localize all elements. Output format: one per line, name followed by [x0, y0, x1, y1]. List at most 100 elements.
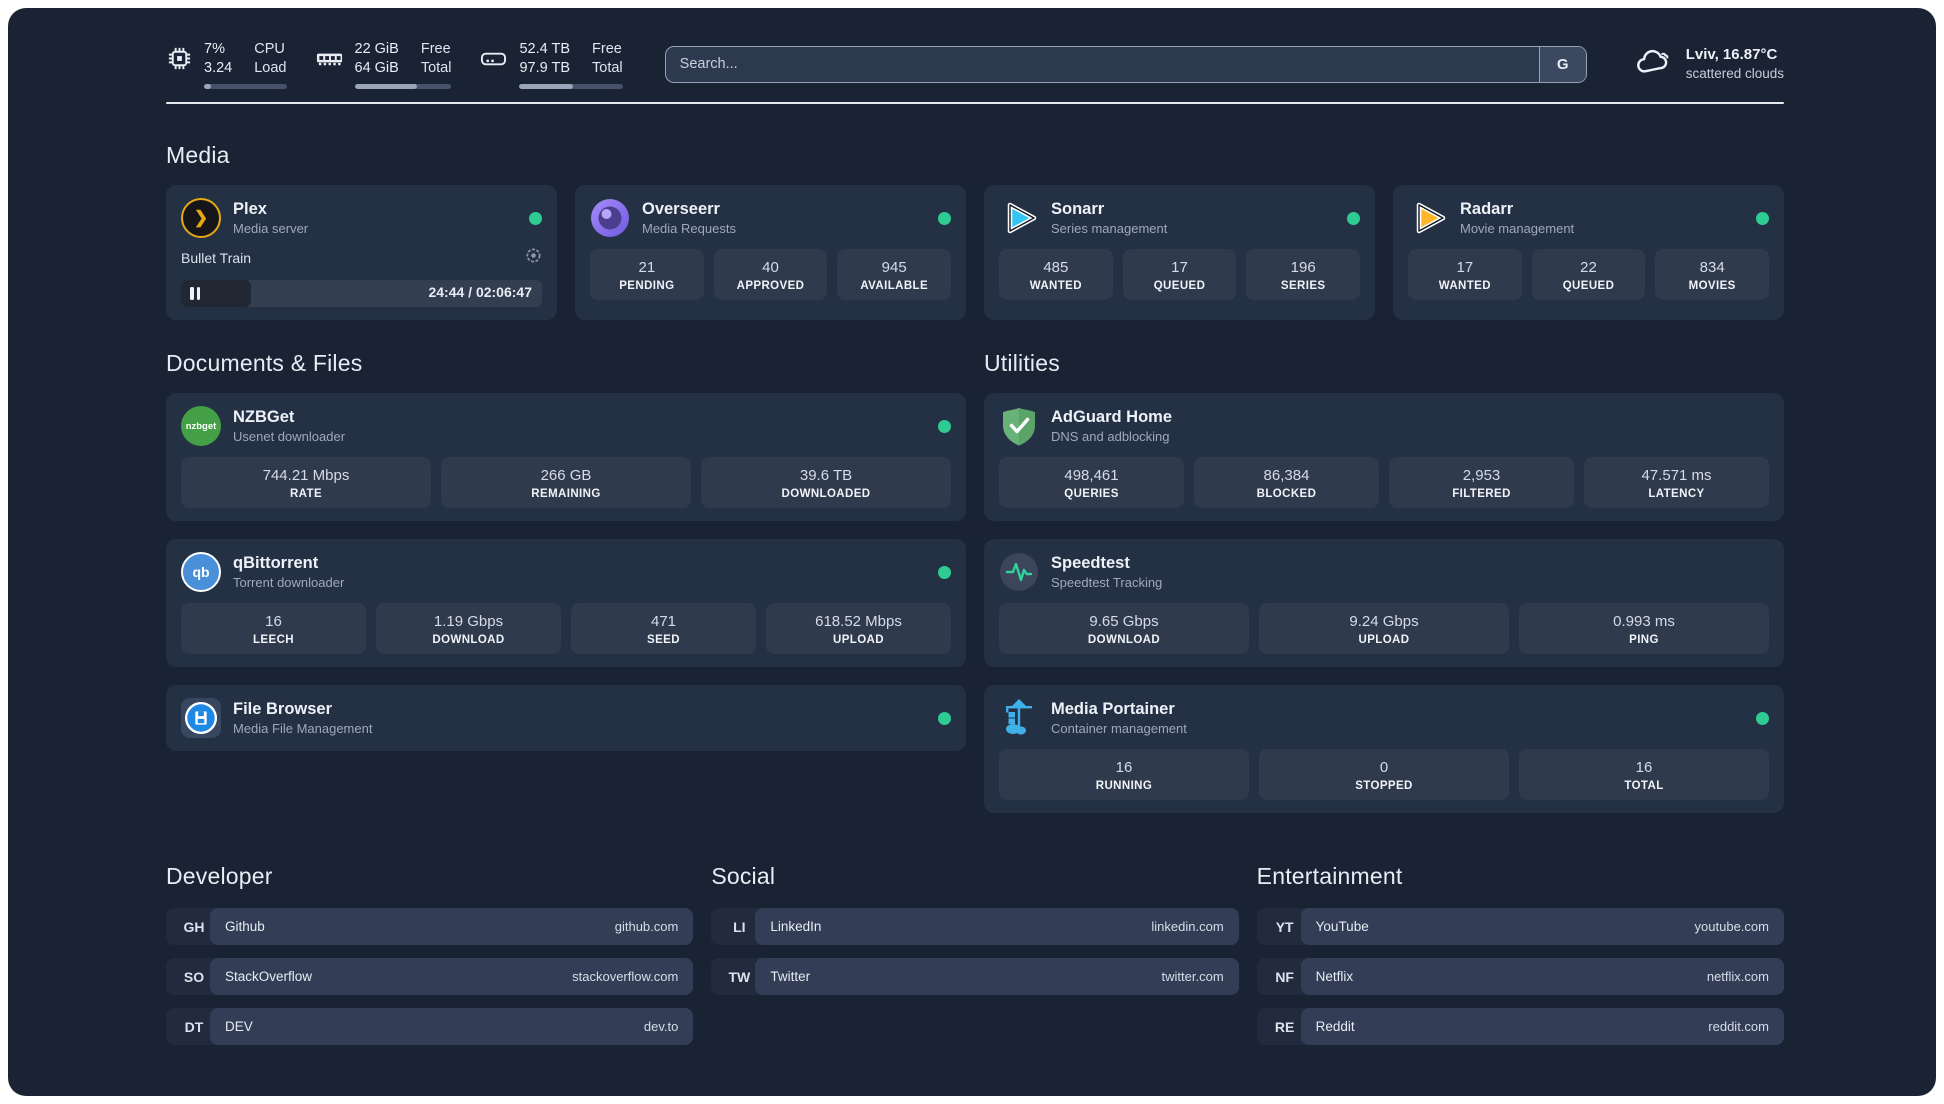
link-name: LinkedIn [770, 919, 822, 934]
pause-icon[interactable] [190, 287, 200, 300]
section-title-developer: Developer [166, 863, 273, 889]
stat-box: 16 TOTAL [1519, 749, 1769, 800]
service-name: File Browser [233, 700, 333, 718]
link-url: github.com [614, 919, 679, 934]
weather-widget: Lviv, 16.87°C scattered clouds [1635, 45, 1784, 83]
stat-box: 40 APPROVED [713, 249, 828, 300]
service-desc: Media server [233, 221, 309, 236]
link-reddit[interactable]: RE Reddit reddit.com [1256, 1008, 1784, 1045]
cpu-usage: 7% [204, 40, 225, 57]
screen: 7% CPU 3.24 Load 22 GiB Free 64 GiB Tota… [0, 0, 1944, 1104]
sonarr-card[interactable]: Sonarr Series management 485 WANTED 17 Q… [984, 185, 1375, 320]
service-desc: Media File Management [233, 721, 373, 736]
service-name: NZBGet [233, 408, 295, 426]
section-title-entertainment: Entertainment [1256, 863, 1403, 889]
stat-box: 471 SEED [571, 603, 756, 654]
stat-box: 834 MOVIES [1655, 249, 1770, 300]
status-dot [938, 419, 951, 433]
link-name: Netflix [1315, 969, 1354, 984]
service-desc: DNS and adblocking [1051, 429, 1170, 444]
search-input[interactable] [665, 56, 1586, 72]
radarr-icon [1408, 198, 1448, 238]
link-name: DEV [225, 1019, 253, 1034]
link-github[interactable]: GH Github github.com [166, 908, 694, 945]
status-dot [1347, 211, 1360, 225]
disk-free: 52.4 TB [519, 40, 571, 57]
search-engine-button[interactable]: G [1538, 46, 1586, 82]
plex-card[interactable]: Plex Media server Bullet Train 24:44 / 0… [166, 185, 557, 320]
section-title-utilities: Utilities [984, 350, 1060, 376]
service-name: AdGuard Home [1051, 408, 1173, 426]
link-linkedin[interactable]: LI LinkedIn linkedin.com [711, 908, 1239, 945]
now-playing-title: Bullet Train [181, 250, 252, 266]
link-url: linkedin.com [1151, 919, 1224, 934]
header-divider [166, 102, 1784, 104]
service-desc: Media Requests [642, 221, 736, 236]
stat-box: 266 GB REMAINING [441, 457, 691, 508]
stat-box: 744.21 Mbps RATE [181, 457, 431, 508]
stat-box: 9.65 Gbps DOWNLOAD [999, 603, 1249, 654]
link-url: stackoverflow.com [572, 969, 679, 984]
playback-time: 24:44 / 02:06:47 [428, 284, 532, 300]
adguard-card[interactable]: AdGuard Home DNS and adblocking 498,461 … [984, 393, 1784, 521]
link-url: reddit.com [1708, 1019, 1769, 1034]
filebrowser-card[interactable]: File Browser Media File Management [166, 685, 966, 751]
qbittorrent-icon: qb [181, 552, 221, 592]
memory-label-1: Free [420, 40, 451, 57]
playback-progress-bar: 24:44 / 02:06:47 [181, 280, 542, 307]
service-name: Radarr [1460, 200, 1514, 218]
cpu-icon [166, 40, 193, 77]
stat-box: 86,384 BLOCKED [1194, 457, 1379, 508]
weather-location-temp: Lviv, 16.87°C [1685, 46, 1778, 63]
link-dev[interactable]: DT DEV dev.to [166, 1008, 694, 1045]
status-dot [529, 211, 542, 225]
system-metrics: 7% CPU 3.24 Load 22 GiB Free 64 GiB Tota… [166, 40, 623, 89]
link-url: dev.to [643, 1019, 679, 1034]
speedtest-icon [999, 552, 1039, 592]
overseerr-icon [590, 198, 630, 238]
status-dot [938, 711, 951, 725]
filebrowser-icon [181, 698, 221, 738]
stat-box: 17 WANTED [1408, 249, 1522, 300]
link-stackoverflow[interactable]: SO StackOverflow stackoverflow.com [166, 958, 694, 995]
stat-box: 498,461 QUERIES [999, 457, 1184, 508]
stat-box: 22 QUEUED [1531, 249, 1646, 300]
social-section: Social LI LinkedIn linkedin.com TW Twitt… [711, 863, 1239, 1045]
overseerr-card[interactable]: Overseerr Media Requests 21 PENDING 40 A… [575, 185, 966, 320]
service-desc: Movie management [1460, 221, 1575, 236]
utilities-column: Utilities AdGuard Home DNS and adblockin… [984, 320, 1784, 813]
cpu-load: 3.24 [204, 59, 233, 76]
qbittorrent-card[interactable]: qb qBittorrent Torrent downloader 16 LEE… [166, 539, 966, 667]
weather-condition: scattered clouds [1685, 66, 1784, 81]
stat-box: 39.6 TB DOWNLOADED [701, 457, 951, 508]
service-desc: Speedtest Tracking [1051, 575, 1163, 590]
section-title-media: Media [166, 142, 230, 168]
adguard-icon [999, 406, 1039, 446]
service-name: qBittorrent [233, 554, 319, 572]
speedtest-card[interactable]: Speedtest Speedtest Tracking 9.65 Gbps D… [984, 539, 1784, 667]
disk-progress-bar [519, 83, 623, 89]
status-dot [1756, 211, 1769, 225]
stat-box: 16 RUNNING [999, 749, 1249, 800]
link-url: netflix.com [1706, 969, 1769, 984]
disk-label-2: Total [592, 59, 623, 76]
service-name: Media Portainer [1051, 700, 1175, 718]
service-desc: Torrent downloader [233, 575, 345, 590]
status-dot [1756, 711, 1769, 725]
portainer-card[interactable]: Media Portainer Container management 16 … [984, 685, 1784, 813]
link-twitter[interactable]: TW Twitter twitter.com [711, 958, 1239, 995]
link-name: YouTube [1315, 919, 1369, 934]
top-bar: 7% CPU 3.24 Load 22 GiB Free 64 GiB Tota… [166, 34, 1784, 94]
link-netflix[interactable]: NF Netflix netflix.com [1256, 958, 1784, 995]
cpu-metric: 7% CPU 3.24 Load [166, 40, 287, 89]
service-desc: Usenet downloader [233, 429, 346, 444]
cpu-label-2: Load [254, 59, 287, 76]
link-youtube[interactable]: YT YouTube youtube.com [1256, 908, 1784, 945]
stat-box: 196 SERIES [1246, 249, 1361, 300]
disk-label-1: Free [592, 40, 622, 57]
memory-total: 64 GiB [354, 59, 399, 76]
stat-box: 2,953 FILTERED [1389, 457, 1574, 508]
radarr-card[interactable]: Radarr Movie management 17 WANTED 22 QUE… [1393, 185, 1784, 320]
nzbget-card[interactable]: nzbget NZBGet Usenet downloader 744.21 M… [166, 393, 966, 521]
session-icon[interactable] [525, 247, 542, 269]
